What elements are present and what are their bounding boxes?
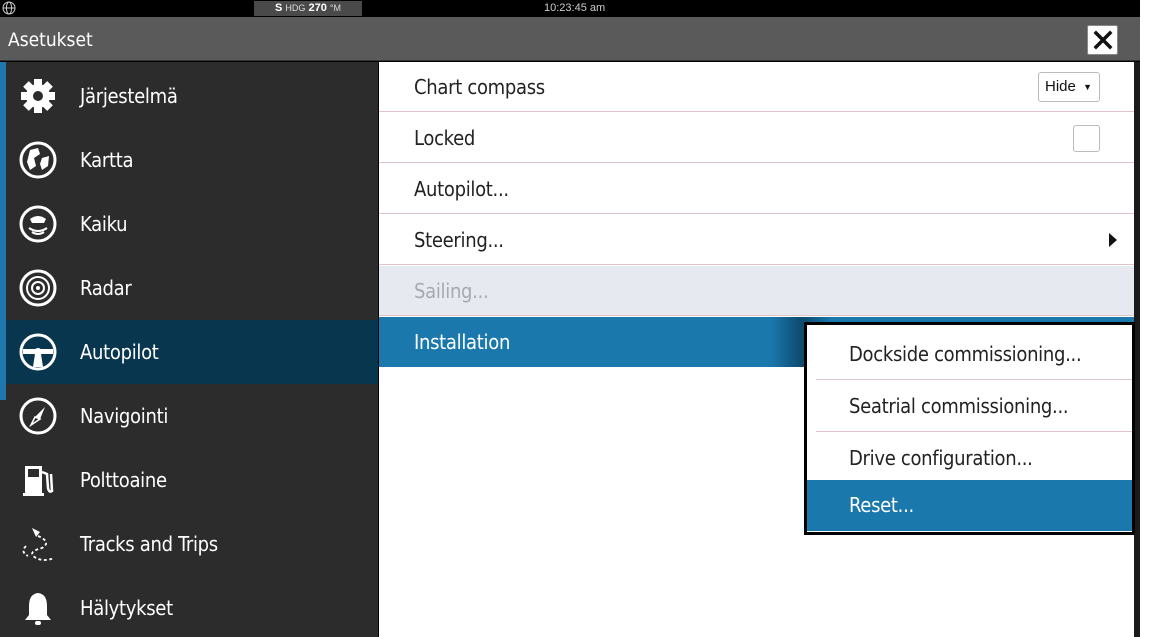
heading-label: HDG [285,3,306,13]
sidebar-item-label: Järjestelmä [80,84,178,108]
sidebar-item-autopilot[interactable]: Autopilot [6,320,378,384]
setting-label: Steering... [414,228,504,252]
sidebar-item-label: Polttoaine [80,468,167,492]
sidebar-item-label: Autopilot [80,340,159,364]
setting-label: Autopilot... [414,177,509,201]
setting-row-chart-compass[interactable]: Chart compass Hide ▼ [379,62,1134,112]
sidebar-item-label: Hälytykset [80,596,173,620]
chart-icon [18,140,58,180]
close-icon [1093,30,1112,50]
locked-checkbox[interactable] [1073,125,1100,152]
setting-row-autopilot[interactable]: Autopilot... [379,164,1134,214]
setting-label: Sailing... [414,279,489,303]
right-margin [1140,0,1165,637]
sidebar-item-label: Tracks and Trips [80,532,218,556]
sidebar-item-navigointi[interactable]: Navigointi [6,384,378,448]
tracks-icon [18,524,58,564]
setting-row-sailing: Sailing... [379,266,1134,316]
steering-wheel-icon [18,332,58,372]
sidebar-item-label: Kaiku [80,212,128,236]
fuel-pump-icon [18,460,58,500]
sidebar-item-kaiku[interactable]: Kaiku [6,192,378,256]
close-button[interactable] [1087,25,1118,55]
setting-row-locked[interactable]: Locked [379,113,1134,163]
sidebar-item-label: Radar [80,276,132,300]
menu-item-reset[interactable]: Reset... [807,480,1132,531]
menu-item-dockside-commissioning[interactable]: Dockside commissioning... [816,329,1132,380]
sidebar-item-radar[interactable]: Radar [6,256,378,320]
setting-row-steering[interactable]: Steering... [379,215,1134,265]
chevron-down-icon: ▼ [1083,82,1092,92]
heading-unit: °M [329,3,341,13]
menu-item-label: Seatrial commissioning... [849,394,1069,418]
globe-icon [2,1,16,15]
menu-item-seatrial-commissioning[interactable]: Seatrial commissioning... [816,381,1132,432]
page-title: Asetukset [8,29,93,51]
sidebar-item-kartta[interactable]: Kartta [6,128,378,192]
status-bar: S HDG 270 °M 10:23:45 am [0,0,1140,17]
dropdown-value: Hide [1045,78,1076,95]
heading-prefix: S [275,2,283,14]
heading-readout: S HDG 270 °M [254,1,362,16]
title-bar: Asetukset [0,17,1140,61]
sidebar-item-polttoaine[interactable]: Polttoaine [6,448,378,512]
sidebar-item-halytykset[interactable]: Hälytykset [6,576,378,637]
sidebar-item-label: Navigointi [80,404,169,428]
sidebar-item-jarjestelma[interactable]: Järjestelmä [6,64,378,128]
menu-item-label: Reset... [849,493,914,517]
sidebar: Järjestelmä Kartta Kaiku Radar Autopilot… [0,62,378,637]
setting-label: Chart compass [414,75,545,99]
echo-icon [18,204,58,244]
sidebar-item-label: Kartta [80,148,134,172]
chevron-right-icon [1109,233,1117,247]
chart-compass-dropdown[interactable]: Hide ▼ [1038,72,1100,102]
setting-label: Installation [414,330,511,354]
compass-icon [18,396,58,436]
radar-icon [18,268,58,308]
menu-item-drive-configuration[interactable]: Drive configuration... [816,433,1132,484]
heading-value: 270 [308,2,327,14]
menu-item-label: Dockside commissioning... [849,342,1082,366]
menu-item-label: Drive configuration... [849,446,1033,470]
bell-icon [18,588,58,628]
installation-submenu: Dockside commissioning... Seatrial commi… [804,322,1135,535]
gear-icon [18,76,58,116]
sidebar-item-tracks-and-trips[interactable]: Tracks and Trips [6,512,378,576]
setting-label: Locked [414,126,475,150]
clock: 10:23:45 am [544,2,606,14]
